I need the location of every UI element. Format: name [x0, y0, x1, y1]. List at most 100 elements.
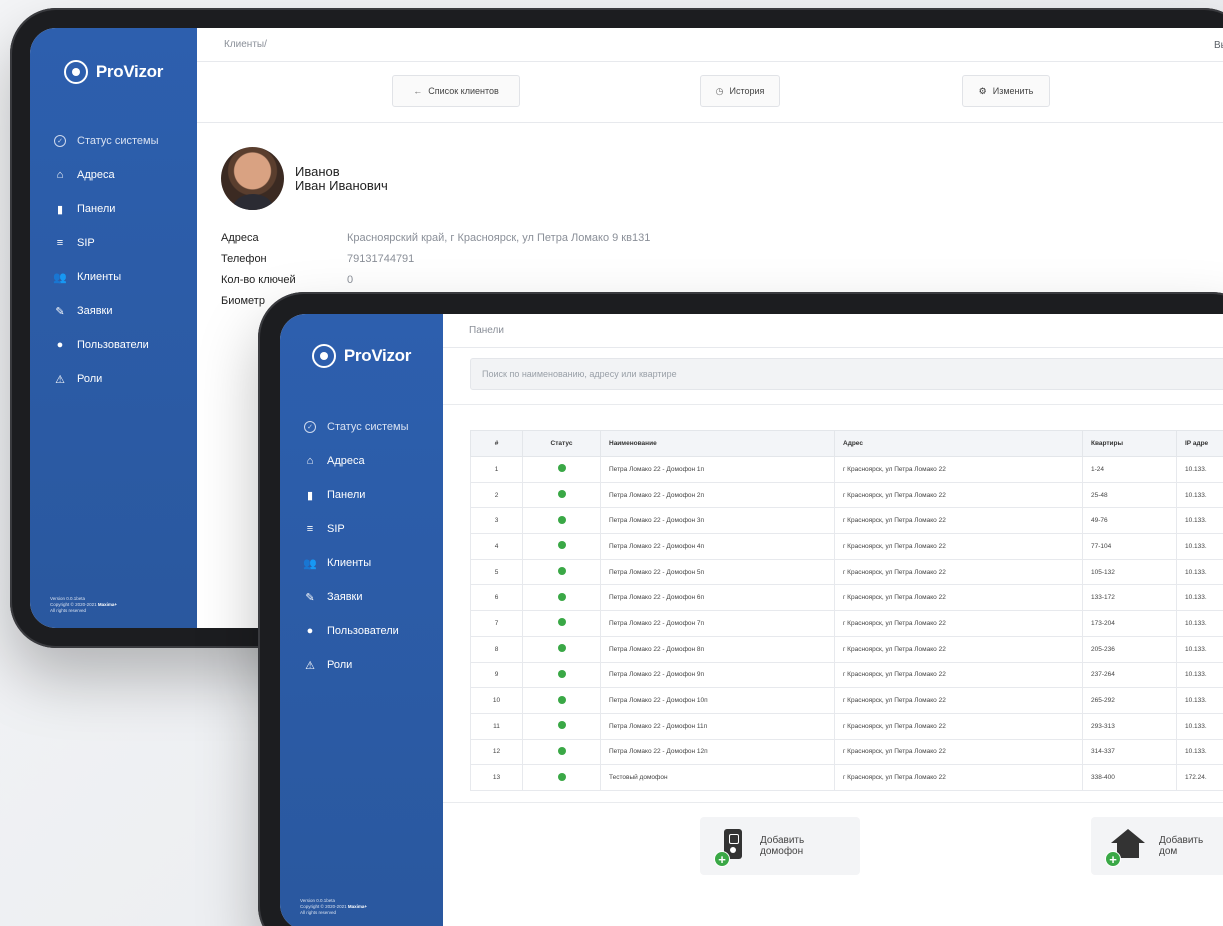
table-row[interactable]: 11 Петра Ломако 22 - Домофон 11п г Красноя…	[470, 712, 1223, 740]
sidebar: ProVizor ✓ Статус системы ⌂ Адреса ▮ Панели…	[280, 314, 443, 926]
table-row[interactable]: 13 Тестовый домофон г Красноярск, ул Петра…	[470, 764, 1223, 791]
sidebar-item-addresses[interactable]: ⌂ Адреса	[280, 444, 443, 478]
info-value: 79131744791	[347, 252, 415, 265]
sidebar-item-label: Статус системы	[327, 421, 409, 433]
cell-flats: 105-132	[1082, 558, 1177, 586]
sidebar-item-label: Заявки	[77, 305, 113, 317]
sidebar-item-sip[interactable]: ≡ SIP	[280, 512, 443, 546]
cell-flats: 49-76	[1082, 507, 1177, 535]
column-header-address[interactable]: Адрес	[834, 430, 1083, 457]
status-online-icon	[557, 515, 566, 524]
cell-flats: 77-104	[1082, 533, 1177, 560]
rights-text: All rights reserved	[50, 608, 87, 613]
info-row-keys: Кол-во ключей 0	[221, 269, 650, 290]
table-row[interactable]: 8 Петра Ломако 22 - Домофон 8п г Красноярс…	[470, 635, 1223, 663]
cell-ip: 10.133.	[1176, 481, 1223, 509]
brand-name: ProVizor	[95, 62, 164, 81]
sidebar-item-label: Пользователи	[77, 339, 149, 351]
cell-flats: 205-236	[1082, 635, 1177, 663]
cell-status	[522, 635, 601, 663]
sidebar-item-addresses[interactable]: ⌂ Адреса	[30, 158, 197, 192]
cell-status	[522, 456, 601, 483]
home-icon: ⌂	[306, 455, 314, 467]
table-row[interactable]: 10 Петра Ломако 22 - Домофон 10п г Красноя…	[470, 687, 1223, 714]
cell-address: г Красноярск, ул Петра Ломако 22	[834, 481, 1083, 509]
cell-status	[522, 584, 601, 612]
column-header-flats[interactable]: Квартиры	[1082, 430, 1177, 457]
table-row[interactable]: 3 Петра Ломако 22 - Домофон 3п г Красноярс…	[470, 507, 1223, 535]
sidebar-item-roles[interactable]: ⚠ Роли	[30, 362, 197, 396]
button-label: Изменить	[992, 86, 1034, 96]
table-row[interactable]: 2 Петра Ломако 22 - Домофон 2п г Красноярс…	[470, 481, 1223, 509]
cell-ip: 10.133.	[1176, 558, 1223, 586]
breadcrumb[interactable]: Панели	[469, 325, 504, 336]
list-icon: ≡	[306, 523, 314, 535]
cell-address: г Красноярск, ул Петра Ломако 22	[834, 584, 1083, 612]
table-body: 1 Петра Ломако 22 - Домофон 1п г Красноярс…	[470, 456, 1223, 791]
cell-address: г Красноярск, ул Петра Ломако 22	[834, 533, 1083, 560]
sidebar: ProVizor ✓ Статус системы ⌂ Адреса ▮ Панели…	[30, 28, 197, 628]
sidebar-item-panels[interactable]: ▮ Панели	[30, 192, 197, 226]
sidebar-item-roles[interactable]: ⚠ Роли	[280, 648, 443, 682]
search-input[interactable]: Поиск по наименованию, адресу или кварти…	[470, 358, 1223, 390]
logo[interactable]: ProVizor	[280, 344, 443, 368]
info-key: Кол-во ключей	[221, 273, 296, 286]
history-button[interactable]: ◷ История	[700, 75, 780, 107]
table-row[interactable]: 7 Петра Ломако 22 - Домофон 7п г Красноярс…	[470, 610, 1223, 637]
column-header-number[interactable]: #	[470, 430, 523, 457]
table-row[interactable]: 1 Петра Ломако 22 - Домофон 1п г Красноярс…	[470, 456, 1223, 483]
cell-ip: 10.133.	[1176, 687, 1223, 714]
cell-address: г Красноярск, ул Петра Ломако 22	[834, 661, 1083, 689]
column-header-ip[interactable]: IP адре	[1176, 430, 1223, 457]
client-name: Иванов Иван Иванович	[295, 165, 388, 193]
brand-name: ProVizor	[343, 346, 412, 365]
table-row[interactable]: 5 Петра Ломако 22 - Домофон 5п г Красноярс…	[470, 558, 1223, 586]
edit-button[interactable]: ⚙ Изменить	[962, 75, 1050, 107]
sidebar-item-requests[interactable]: ✎ Заявки	[280, 580, 443, 614]
sidebar-item-label: Заявки	[327, 591, 363, 603]
cell-flats: 25-48	[1082, 481, 1177, 509]
sidebar-item-users[interactable]: ● Пользователи	[280, 614, 443, 648]
table-row[interactable]: 12 Петра Ломако 22 - Домофон 12п г Красноя…	[470, 738, 1223, 766]
table-row[interactable]: 9 Петра Ломако 22 - Домофон 9п г Красноярс…	[470, 661, 1223, 689]
info-row-address: Адреса Красноярский край, г Красноярск, у…	[221, 227, 650, 248]
sidebar-item-users[interactable]: ● Пользователи	[30, 328, 197, 362]
client-profile: Иванов Иван Иванович Адреса Красноярский …	[197, 123, 1223, 307]
cell-ip: 10.133.	[1176, 533, 1223, 560]
add-intercom-button[interactable]: + Добавить домофон	[700, 817, 860, 875]
cell-name: Петра Ломако 22 - Домофон 8п	[600, 635, 835, 663]
sidebar-item-clients[interactable]: 👥 Клиенты	[280, 546, 443, 580]
user-icon: ●	[306, 625, 314, 637]
cell-status	[522, 507, 601, 535]
add-house-button[interactable]: + Добавить дом	[1091, 817, 1223, 875]
cell-status	[522, 533, 601, 560]
table-row[interactable]: 4 Петра Ломако 22 - Домофон 4п г Красноярс…	[470, 533, 1223, 560]
sidebar-item-clients[interactable]: 👥 Клиенты	[30, 260, 197, 294]
sidebar-item-status[interactable]: ✓ Статус системы	[30, 124, 197, 158]
cell-status	[522, 661, 601, 689]
cell-ip: 10.133.	[1176, 712, 1223, 740]
logo[interactable]: ProVizor	[30, 60, 197, 84]
divider	[443, 404, 1223, 405]
sidebar-item-requests[interactable]: ✎ Заявки	[30, 294, 197, 328]
company-name: Maxima+	[347, 904, 368, 909]
cell-name: Петра Ломако 22 - Домофон 12п	[600, 738, 835, 766]
cell-ip: 10.133.	[1176, 456, 1223, 483]
plus-icon: +	[1105, 851, 1121, 867]
sidebar-item-sip[interactable]: ≡ SIP	[30, 226, 197, 260]
sidebar-item-label: Роли	[327, 659, 353, 671]
logout-link[interactable]: Выйт	[1214, 40, 1223, 51]
cell-ip: 10.133.	[1176, 661, 1223, 689]
column-header-name[interactable]: Наименование	[600, 430, 835, 457]
cell-status	[522, 481, 601, 509]
cell-name: Петра Ломако 22 - Домофон 5п	[600, 558, 835, 586]
column-header-status[interactable]: Статус	[522, 430, 601, 457]
table-row[interactable]: 6 Петра Ломако 22 - Домофон 6п г Красноярс…	[470, 584, 1223, 612]
breadcrumb[interactable]: Клиенты/	[224, 39, 267, 50]
topbar: Панели	[443, 314, 1223, 348]
sidebar-item-status[interactable]: ✓ Статус системы	[280, 410, 443, 444]
back-to-clients-button[interactable]: ← Список клиентов	[392, 75, 520, 107]
cell-ip: 10.133.	[1176, 584, 1223, 612]
info-key: Адреса	[221, 231, 259, 244]
sidebar-item-panels[interactable]: ▮ Панели	[280, 478, 443, 512]
